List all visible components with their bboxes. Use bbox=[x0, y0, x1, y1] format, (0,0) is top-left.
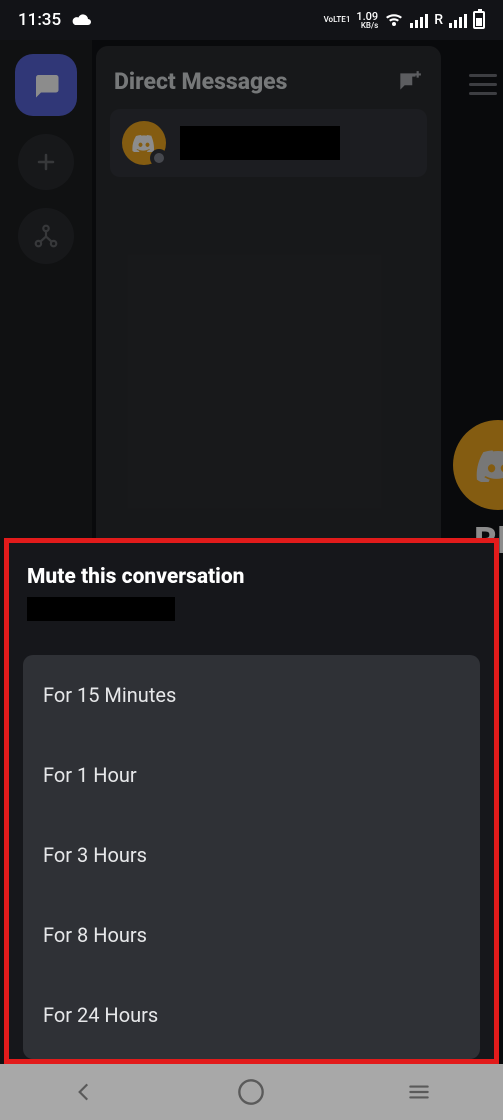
mute-option-3-hours[interactable]: For 3 Hours bbox=[23, 815, 480, 895]
status-lte: VoLTE1 bbox=[324, 16, 351, 24]
redacted-subtitle bbox=[27, 597, 175, 621]
sheet-title: Mute this conversation bbox=[27, 565, 476, 589]
dm-header-title: Direct Messages bbox=[114, 68, 287, 95]
mute-option-1-hour[interactable]: For 1 Hour bbox=[23, 735, 480, 815]
wifi-icon bbox=[384, 12, 404, 28]
plus-icon bbox=[34, 150, 58, 174]
redacted-name bbox=[180, 126, 340, 160]
status-time: 11:35 bbox=[18, 10, 61, 30]
recents-button[interactable] bbox=[399, 1072, 439, 1112]
back-icon bbox=[71, 1079, 97, 1105]
status-offline-icon bbox=[150, 149, 168, 167]
signal-bars-icon bbox=[410, 12, 428, 28]
highlight-box: Mute this conversation For 15 Minutes Fo… bbox=[4, 538, 499, 1064]
battery-icon bbox=[473, 11, 485, 29]
status-roaming: R bbox=[434, 12, 443, 28]
mute-option-8-hours[interactable]: For 8 Hours bbox=[23, 895, 480, 975]
mute-option-15-min[interactable]: For 15 Minutes bbox=[23, 655, 480, 735]
status-speed: 1.09 bbox=[356, 11, 378, 22]
mute-sheet: Mute this conversation For 15 Minutes Fo… bbox=[9, 543, 494, 1059]
circle-icon bbox=[237, 1078, 265, 1106]
avatar bbox=[122, 121, 166, 165]
status-speed-unit: KB/s bbox=[356, 22, 378, 30]
add-server-button[interactable] bbox=[18, 134, 74, 190]
new-message-icon[interactable] bbox=[395, 69, 423, 95]
discord-logo-icon bbox=[132, 134, 156, 152]
chat-bubble-icon bbox=[31, 70, 61, 100]
signal-bars-icon-2 bbox=[449, 12, 467, 28]
menu-lines-icon bbox=[406, 1079, 432, 1105]
status-bar: 11:35 VoLTE1 1.09KB/s R bbox=[0, 0, 503, 40]
avatar-large bbox=[453, 420, 503, 510]
discord-logo-icon bbox=[476, 448, 503, 482]
dm-conversation-row[interactable] bbox=[110, 109, 427, 177]
menu-icon[interactable] bbox=[469, 74, 497, 95]
hub-icon bbox=[33, 223, 59, 249]
home-button[interactable] bbox=[231, 1072, 271, 1112]
back-button[interactable] bbox=[64, 1072, 104, 1112]
discover-button[interactable] bbox=[18, 208, 74, 264]
system-nav-bar bbox=[0, 1064, 503, 1120]
cloud-icon bbox=[71, 12, 93, 28]
dm-home-button[interactable] bbox=[15, 54, 77, 116]
mute-option-24-hours[interactable]: For 24 Hours bbox=[23, 975, 480, 1055]
mute-option-until-off[interactable]: Until I turn it back on bbox=[23, 1055, 480, 1059]
mute-options-list: For 15 Minutes For 1 Hour For 3 Hours Fo… bbox=[23, 655, 480, 1059]
